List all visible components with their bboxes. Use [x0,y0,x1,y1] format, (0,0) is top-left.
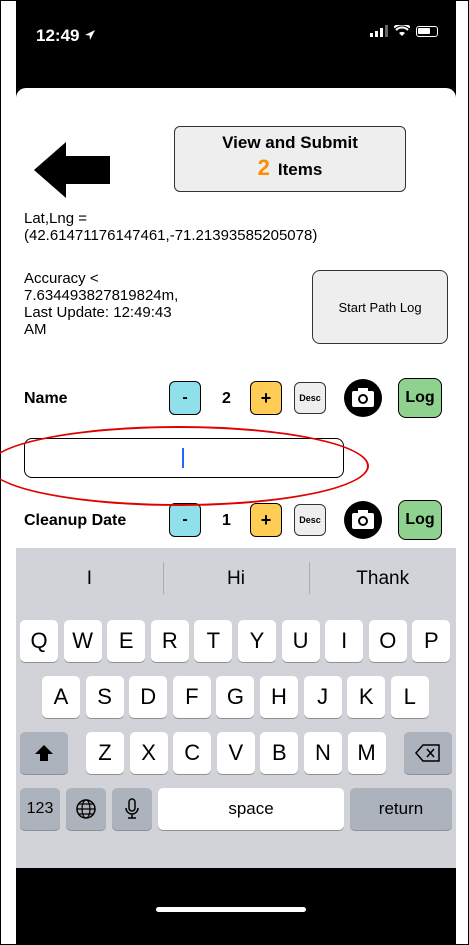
suggestion-bar: I Hi Thank [16,548,456,610]
field-label: Cleanup Date [24,512,127,529]
latlng-display: Lat,Lng = (42.61471176147461,-71.2139358… [24,210,317,244]
key-s[interactable]: S [85,676,124,718]
submit-title: View and Submit [222,133,358,152]
field-row-cleanup-date: Cleanup Date - 1 + Desc Log [24,500,444,540]
home-area [16,868,456,945]
suggestion[interactable]: Hi [162,562,310,594]
suggestion[interactable]: Thank [309,562,456,594]
space-key[interactable]: space [158,788,344,830]
location-arrow-icon [85,30,96,40]
desc-button[interactable]: Desc [294,382,326,414]
key-t[interactable]: T [194,620,233,662]
key-x[interactable]: X [129,732,168,774]
field-row-name: Name - 2 + Desc Log [24,378,444,418]
shift-icon [35,745,53,761]
globe-key[interactable] [66,788,106,830]
key-q[interactable]: Q [20,620,58,662]
decrement-button[interactable]: - [169,381,201,415]
accuracy-value: 7.634493827819824m, [24,287,179,304]
microphone-key[interactable] [112,788,152,830]
key-f[interactable]: F [172,676,211,718]
microphone-icon [125,798,139,819]
keyboard: I Hi Thank QWERTYUIOP ASDFGHJKL ZXCVBNM … [16,548,456,868]
key-h[interactable]: H [260,676,298,718]
key-d[interactable]: D [129,676,168,718]
return-key[interactable]: return [350,788,452,830]
wifi-icon [394,25,410,36]
submit-count: 2 [257,155,270,180]
home-indicator[interactable] [156,907,306,912]
log-button[interactable]: Log [398,500,442,540]
key-m[interactable]: M [347,732,386,774]
accuracy-display: Accuracy < 7.634493827819824m, Last Upda… [24,270,284,338]
suggestion[interactable]: I [16,568,163,590]
field-count: 1 [222,512,231,529]
camera-icon[interactable] [343,500,383,540]
desc-button[interactable]: Desc [294,504,326,536]
key-u[interactable]: U [281,620,320,662]
annotation-ellipse [0,426,369,506]
view-submit-button[interactable]: View and Submit 2 Items [174,126,406,192]
backspace-icon [415,744,440,762]
last-update: Last Update: 12:49:43 [24,304,172,321]
log-button[interactable]: Log [398,378,442,418]
status-time: 12:49 [36,26,96,46]
key-b[interactable]: B [260,732,299,774]
camera-icon[interactable] [343,378,383,418]
key-w[interactable]: W [63,620,102,662]
key-g[interactable]: G [216,676,255,718]
key-n[interactable]: N [304,732,342,774]
start-path-log-button[interactable]: Start Path Log [312,270,448,344]
key-e[interactable]: E [107,620,146,662]
backspace-key[interactable] [404,732,452,774]
key-y[interactable]: Y [238,620,276,662]
key-p[interactable]: P [412,620,451,662]
key-v[interactable]: V [216,732,255,774]
accuracy-line: Accuracy < [24,270,99,287]
field-label: Name [24,390,68,407]
submit-row: 2 Items [175,155,405,181]
last-update-ampm: AM [24,321,47,338]
key-o[interactable]: O [368,620,407,662]
submit-suffix: Items [277,160,323,179]
left-arrow-icon[interactable] [32,140,112,200]
key-k[interactable]: K [347,676,386,718]
status-icons [370,25,438,37]
numbers-key[interactable]: 123 [20,788,60,830]
key-c[interactable]: C [173,732,212,774]
key-i[interactable]: I [325,620,364,662]
increment-button[interactable]: + [250,503,282,537]
battery-icon [416,25,438,37]
increment-button[interactable]: + [250,381,282,415]
globe-icon [76,799,96,819]
decrement-button[interactable]: - [169,503,201,537]
key-r[interactable]: R [150,620,189,662]
field-count: 2 [222,390,231,407]
key-a[interactable]: A [42,676,80,718]
latlng-label: Lat,Lng = [24,210,87,227]
signal-icon [370,25,388,37]
shift-key[interactable] [20,732,68,774]
key-l[interactable]: L [390,676,429,718]
latlng-value: (42.61471176147461,-71.21393585205078) [24,227,318,244]
key-z[interactable]: Z [86,732,124,774]
key-j[interactable]: J [303,676,342,718]
